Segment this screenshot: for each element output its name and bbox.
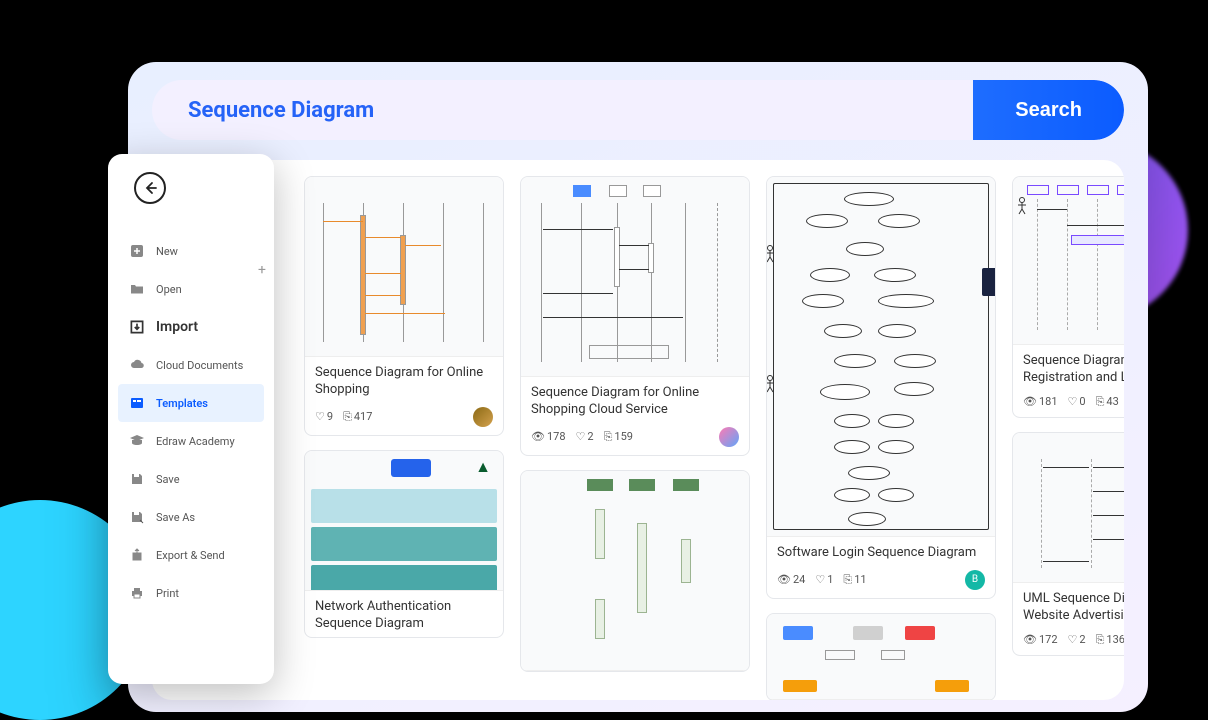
- views-stat: 👁181: [1023, 395, 1058, 408]
- likes-stat: ♡0: [1068, 395, 1086, 408]
- search-input[interactable]: Sequence Diagram: [188, 98, 973, 123]
- sidebar-menu: New Open Import Cloud Documents Template…: [118, 232, 264, 612]
- plus-icon[interactable]: +: [258, 262, 266, 278]
- sidebar-item-label: Print: [156, 587, 179, 600]
- views-stat: 👁172: [1023, 633, 1058, 646]
- template-stats: 👁172 ♡2 ⎘136: [1013, 629, 1124, 655]
- gallery-column: Sequence Diagram for User Registration a…: [1012, 176, 1124, 700]
- sidebar-item-open[interactable]: Open: [118, 270, 264, 308]
- template-card[interactable]: [520, 470, 750, 672]
- likes-stat: ♡1: [815, 573, 833, 586]
- template-stats: ♡9 ⎘417: [305, 403, 503, 435]
- copies-stat: ⎘136: [1096, 633, 1124, 647]
- author-avatar: [473, 407, 493, 427]
- sidebar-item-label: Open: [156, 283, 182, 296]
- template-card[interactable]: UML Sequence Diagram Website Advertising…: [1012, 432, 1124, 656]
- sidebar-item-label: Import: [156, 319, 198, 335]
- copies-stat: ⎘43: [1096, 395, 1119, 409]
- import-icon: [128, 318, 146, 336]
- gallery-column: Software Login Sequence Diagram 👁24 ♡1 ⎘…: [766, 176, 996, 700]
- author-avatar: B: [965, 570, 985, 590]
- sidebar-item-label: Save: [156, 473, 180, 486]
- template-title: Sequence Diagram for Online Shopping: [305, 357, 503, 403]
- print-icon: [128, 584, 146, 602]
- template-card[interactable]: Sequence Diagram for Online Shopping ♡9 …: [304, 176, 504, 436]
- search-button[interactable]: Search: [973, 80, 1124, 140]
- search-bar: Sequence Diagram Search: [152, 80, 1124, 140]
- sidebar-item-print[interactable]: Print: [118, 574, 264, 612]
- template-title: Software Login Sequence Diagram: [767, 537, 995, 566]
- copies-stat: ⎘159: [604, 430, 633, 444]
- template-thumbnail: [767, 177, 995, 537]
- template-title: Network Authentication Sequence Diagram: [305, 591, 503, 637]
- template-thumbnail: [767, 614, 995, 700]
- likes-stat: ♡9: [315, 410, 333, 423]
- author-avatar: [719, 427, 739, 447]
- template-gallery: Sequence Diagram for Online Shopping ♡9 …: [152, 160, 1124, 700]
- template-title: Sequence Diagram for Online Shopping Clo…: [521, 377, 749, 423]
- views-stat: 👁24: [777, 573, 805, 586]
- gallery-column: Sequence Diagram for Online Shopping Clo…: [520, 176, 750, 700]
- template-stats: 👁24 ♡1 ⎘11 B: [767, 566, 995, 598]
- template-thumbnail: [1013, 433, 1124, 583]
- template-thumbnail: ▲: [305, 451, 503, 591]
- sidebar-item-templates[interactable]: Templates: [118, 384, 264, 422]
- app-window: Sequence Diagram Search: [128, 62, 1148, 712]
- template-card[interactable]: [766, 613, 996, 700]
- template-thumbnail: [521, 177, 749, 377]
- sidebar-item-save[interactable]: Save: [118, 460, 264, 498]
- sidebar-item-import[interactable]: Import: [118, 308, 264, 346]
- sidebar-item-export[interactable]: Export & Send: [118, 536, 264, 574]
- save-icon: [128, 470, 146, 488]
- save-as-icon: [128, 508, 146, 526]
- sidebar-item-academy[interactable]: Edraw Academy: [118, 422, 264, 460]
- sidebar-item-label: New: [156, 245, 178, 258]
- likes-stat: ♡2: [1068, 633, 1086, 646]
- likes-stat: ♡2: [576, 430, 594, 443]
- new-icon: [128, 242, 146, 260]
- sidebar-item-label: Edraw Academy: [156, 435, 235, 448]
- sidebar-item-label: Cloud Documents: [156, 359, 243, 372]
- cloud-icon: [128, 356, 146, 374]
- templates-icon: [128, 394, 146, 412]
- back-button[interactable]: [134, 172, 166, 204]
- folder-icon: [128, 280, 146, 298]
- sidebar-item-label: Export & Send: [156, 549, 225, 562]
- template-card[interactable]: Software Login Sequence Diagram 👁24 ♡1 ⎘…: [766, 176, 996, 599]
- sidebar: + New Open Import Cloud Documents Templa…: [108, 154, 274, 684]
- copies-stat: ⎘417: [343, 410, 372, 424]
- template-title: UML Sequence Diagram Website Advertising…: [1013, 583, 1124, 629]
- template-thumbnail: [305, 177, 503, 357]
- sidebar-item-saveas[interactable]: Save As: [118, 498, 264, 536]
- views-stat: 👁178: [531, 430, 566, 443]
- arrow-left-icon: [142, 180, 158, 196]
- sidebar-item-label: Save As: [156, 511, 195, 524]
- template-thumbnail: [1013, 177, 1124, 345]
- cards-grid: Sequence Diagram for Online Shopping ♡9 …: [304, 176, 1124, 700]
- template-thumbnail: [521, 471, 749, 671]
- template-card[interactable]: Sequence Diagram for User Registration a…: [1012, 176, 1124, 418]
- template-stats: 👁181 ♡0 ⎘43: [1013, 391, 1124, 417]
- template-card[interactable]: Sequence Diagram for Online Shopping Clo…: [520, 176, 750, 456]
- academy-icon: [128, 432, 146, 450]
- copies-stat: ⎘11: [843, 573, 866, 587]
- sidebar-item-new[interactable]: New: [118, 232, 264, 270]
- gallery-column: Sequence Diagram for Online Shopping ♡9 …: [304, 176, 504, 700]
- template-title: Sequence Diagram for User Registration a…: [1013, 345, 1124, 391]
- template-stats: 👁178 ♡2 ⎘159: [521, 423, 749, 455]
- sidebar-item-cloud[interactable]: Cloud Documents: [118, 346, 264, 384]
- sidebar-item-label: Templates: [156, 397, 208, 410]
- template-card[interactable]: ▲ Network Authentication Sequence Diagra…: [304, 450, 504, 638]
- export-icon: [128, 546, 146, 564]
